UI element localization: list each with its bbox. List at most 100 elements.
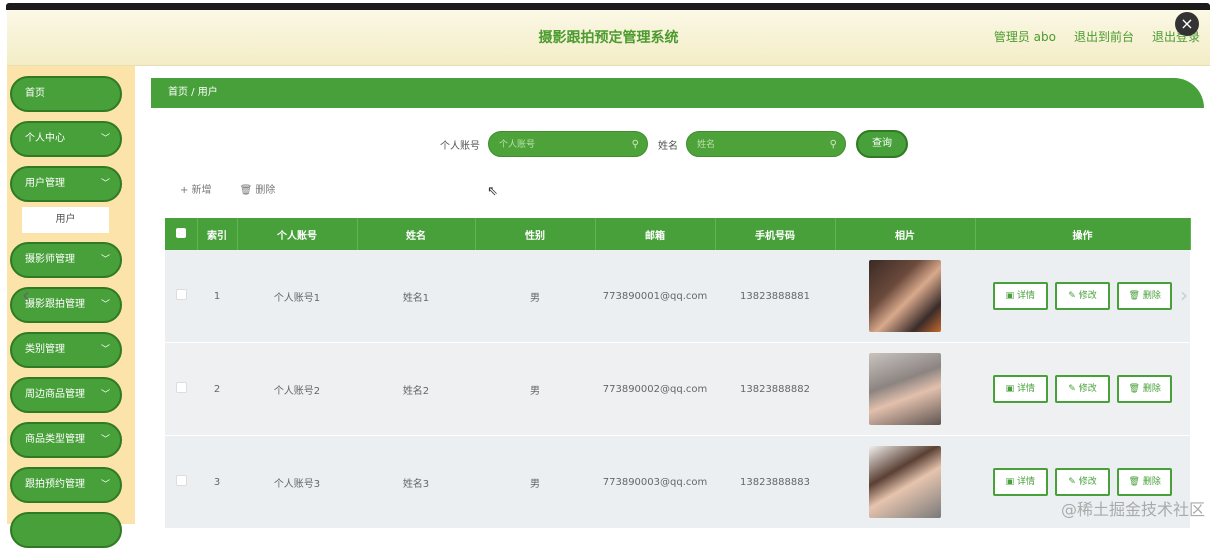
cell-account: 个人账号2: [237, 342, 357, 436]
table-header-row: 索引 个人账号 姓名 性别 邮箱 手机号码 相片 操作: [165, 218, 1191, 250]
sidebar-item-label: 摄影跟拍管理: [25, 299, 85, 310]
sidebar-item-goods-type[interactable]: 商品类型管理 ﹀: [10, 422, 122, 458]
exit-to-front-link[interactable]: 退出到前台: [1074, 28, 1134, 45]
sidebar-item-label: 摄影师管理: [25, 254, 75, 265]
row-checkbox[interactable]: [165, 250, 197, 343]
sidebar-subitem-user[interactable]: 用户: [22, 207, 109, 233]
sidebar-item-label: 商品类型管理: [25, 434, 85, 445]
search-icon: ⚲: [631, 139, 639, 150]
column-header: 个人账号: [237, 218, 358, 250]
window-top-bar: [6, 3, 1210, 10]
user-photo: [869, 353, 941, 425]
delete-button[interactable]: 🗑 删除: [1117, 468, 1173, 496]
query-button[interactable]: 查询: [856, 130, 908, 158]
table-row: 3 个人账号3 姓名3 男 773890003@qq.com 138238888…: [165, 435, 1190, 529]
account-label: 个人账号: [440, 140, 480, 152]
cell-account: 个人账号3: [237, 435, 357, 529]
action-bar: + 新增 🗑 删除: [180, 181, 275, 196]
trash-icon: 🗑: [1128, 384, 1143, 394]
carousel-next-icon[interactable]: ›: [1180, 283, 1188, 307]
cell-index: 1: [197, 250, 237, 343]
row-checkbox[interactable]: [165, 342, 197, 436]
sidebar-item-partial[interactable]: [10, 512, 122, 548]
cell-gender: 男: [475, 250, 595, 343]
delete-label: 删除: [1142, 477, 1161, 487]
sidebar-item-peripheral-goods[interactable]: 周边商品管理 ﹀: [10, 377, 122, 413]
carousel-prev-icon[interactable]: ‹: [22, 283, 30, 307]
detail-button[interactable]: ▣ 详情: [992, 375, 1048, 403]
sidebar-item-user-management[interactable]: 用户管理 ﹀: [10, 166, 122, 202]
account-placeholder: 个人账号: [499, 140, 536, 150]
edit-icon: ✎: [1068, 384, 1079, 394]
sidebar-item-personal-center[interactable]: 个人中心 ﹀: [10, 121, 122, 157]
close-icon[interactable]: ×: [1175, 12, 1199, 36]
edit-button[interactable]: ✎ 修改: [1055, 468, 1110, 496]
edit-button[interactable]: ✎ 修改: [1055, 375, 1110, 403]
cell-index: 3: [197, 435, 237, 529]
sidebar-item-label: 用户管理: [25, 178, 65, 189]
cell-index: 2: [197, 342, 237, 436]
header-links: 管理员 abo 退出到前台 退出登录: [994, 28, 1200, 45]
sidebar-item-label: 周边商品管理: [25, 389, 85, 400]
watermark: @稀土掘金技术社区: [1060, 500, 1205, 519]
mouse-cursor-icon: ⇖: [487, 184, 498, 199]
column-header: 索引: [197, 218, 238, 250]
detail-label: 详情: [1016, 291, 1035, 301]
select-all-checkbox[interactable]: [165, 218, 198, 250]
detail-label: 详情: [1016, 384, 1035, 394]
add-button[interactable]: + 新增: [180, 181, 212, 196]
detail-label: 详情: [1016, 477, 1035, 487]
user-photo: [869, 260, 941, 332]
cell-phone: 13823888883: [715, 435, 835, 529]
admin-label: 管理员 abo: [993, 30, 1056, 44]
chevron-down-icon: ﹀: [100, 390, 110, 400]
name-search-input[interactable]: 姓名 ⚲: [686, 131, 846, 157]
row-checkbox[interactable]: [165, 435, 197, 529]
edit-icon: ✎: [1068, 477, 1079, 487]
sidebar-item-category[interactable]: 类别管理 ﹀: [10, 332, 122, 368]
edit-button[interactable]: ✎ 修改: [1055, 282, 1110, 310]
cell-operations: ▣ 详情 ✎ 修改 🗑 删除: [975, 342, 1190, 436]
chevron-down-icon: ﹀: [100, 300, 110, 310]
sidebar-item-appointment[interactable]: 跟拍预约管理 ﹀: [10, 467, 122, 503]
sidebar-item-label: 个人中心: [25, 133, 65, 144]
search-bar: 个人账号 个人账号 ⚲ 姓名 姓名 ⚲ 查询: [440, 130, 908, 158]
cell-phone: 13823888881: [715, 250, 835, 343]
cell-account: 个人账号1: [237, 250, 357, 343]
breadcrumb: 首页 / 用户: [151, 78, 1204, 108]
cell-email: 773890003@qq.com: [595, 435, 715, 529]
cell-gender: 男: [475, 435, 595, 529]
batch-delete-button[interactable]: 🗑 删除: [240, 181, 276, 196]
cell-email: 773890002@qq.com: [595, 342, 715, 436]
table-row: 1 个人账号1 姓名1 男 773890001@qq.com 138238888…: [165, 250, 1190, 343]
chevron-down-icon: ﹀: [100, 179, 110, 189]
cell-name: 姓名1: [357, 250, 475, 343]
chevron-down-icon: ﹀: [100, 480, 110, 490]
cell-photo: [835, 435, 975, 529]
detail-icon: ▣: [1005, 477, 1017, 487]
edit-label: 修改: [1078, 291, 1097, 301]
user-table: 索引 个人账号 姓名 性别 邮箱 手机号码 相片 操作 1 个人账号1 姓名1 …: [165, 218, 1191, 529]
detail-button[interactable]: ▣ 详情: [992, 468, 1048, 496]
column-header: 相片: [835, 218, 976, 250]
cell-operations: ▣ 详情 ✎ 修改 🗑 删除: [975, 250, 1190, 343]
delete-button[interactable]: 🗑 删除: [1117, 375, 1173, 403]
sidebar-item-label: 跟拍预约管理: [25, 479, 85, 490]
trash-icon: 🗑: [1128, 291, 1143, 301]
trash-icon: 🗑: [1128, 477, 1143, 487]
detail-icon: ▣: [1005, 291, 1017, 301]
column-header: 邮箱: [595, 218, 716, 250]
cell-phone: 13823888882: [715, 342, 835, 436]
account-search-input[interactable]: 个人账号 ⚲: [488, 131, 648, 157]
edit-icon: ✎: [1068, 291, 1079, 301]
top-header: 摄影跟拍预定管理系统 管理员 abo 退出到前台 退出登录: [7, 10, 1210, 66]
column-header: 手机号码: [715, 218, 836, 250]
detail-icon: ▣: [1005, 384, 1017, 394]
sidebar-item-photographer[interactable]: 摄影师管理 ﹀: [10, 242, 122, 278]
detail-button[interactable]: ▣ 详情: [992, 282, 1048, 310]
delete-label: 删除: [1142, 384, 1161, 394]
sidebar-item-home[interactable]: 首页: [10, 76, 122, 112]
edit-label: 修改: [1078, 384, 1097, 394]
cell-name: 姓名3: [357, 435, 475, 529]
delete-button[interactable]: 🗑 删除: [1117, 282, 1173, 310]
